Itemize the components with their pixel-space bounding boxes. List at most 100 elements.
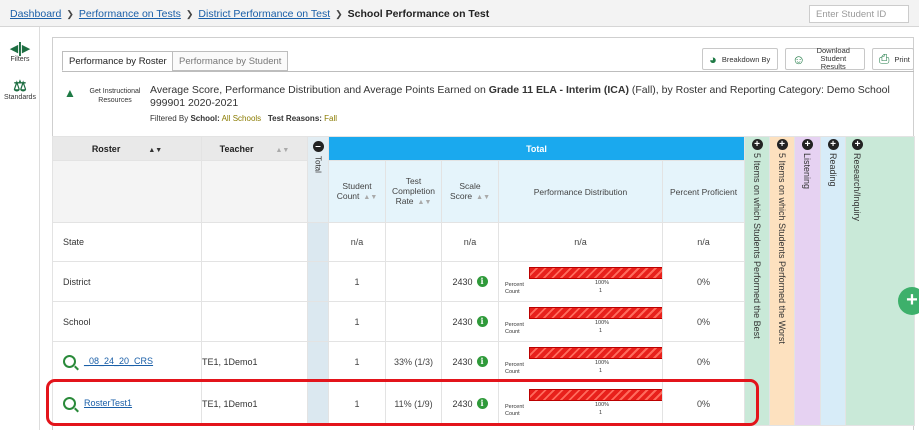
count-value: 1 bbox=[599, 367, 603, 374]
reading-label: Reading bbox=[828, 153, 839, 187]
expand-plus-icon[interactable]: + bbox=[802, 139, 814, 150]
scale-score-value: 2430 bbox=[452, 356, 473, 367]
roster-cell: State bbox=[52, 222, 202, 262]
teacher-cell: TE1, 1Demo1 bbox=[201, 341, 308, 382]
chevron-right-icon: ❯ bbox=[66, 9, 74, 19]
tab-performance-by-roster[interactable]: Performance by Roster bbox=[62, 51, 174, 71]
total-cell bbox=[307, 222, 329, 262]
expand-plus-icon[interactable]: + bbox=[852, 139, 864, 150]
percent-label: Percent bbox=[505, 361, 524, 368]
percent-value: 100% bbox=[595, 319, 610, 326]
scale-score-cell: 2430 i bbox=[441, 261, 499, 302]
performance-distribution-cell: iPercent100%Count1 bbox=[498, 341, 663, 382]
highlight-box bbox=[46, 379, 759, 426]
filters-button[interactable]: ◂|▸ Filters bbox=[0, 41, 40, 63]
roster-cell: _08_24_20_CRS bbox=[52, 341, 202, 382]
student-count-cell: 1 bbox=[328, 341, 386, 382]
school-filter-label: School: bbox=[190, 114, 220, 123]
add-column-plus-icon[interactable]: + bbox=[898, 287, 919, 315]
print-button[interactable]: ⎙ Print bbox=[872, 48, 914, 70]
completion-rate-cell: 33% (1/3) bbox=[385, 341, 442, 382]
count-value: 1 bbox=[599, 287, 603, 294]
standards-label: Standards bbox=[4, 94, 36, 101]
sort-icon[interactable]: ▲▼ bbox=[476, 194, 490, 201]
tab-performance-by-student[interactable]: Performance by Student bbox=[172, 51, 289, 71]
chevron-right-icon: ❯ bbox=[335, 9, 343, 19]
distribution-bar[interactable] bbox=[529, 266, 662, 279]
breadcrumb: Dashboard ❯ Performance on Tests ❯ District … bbox=[10, 8, 489, 20]
distribution-bar[interactable] bbox=[529, 346, 662, 359]
total-group-header: Total bbox=[327, 136, 746, 161]
worst-items-label: 5 Items on which Students Performed the … bbox=[777, 153, 788, 344]
sort-icon[interactable]: ▲▼ bbox=[418, 199, 432, 206]
info-icon[interactable]: i bbox=[476, 316, 488, 327]
student-id-search-input[interactable]: Enter Student ID bbox=[809, 5, 909, 23]
print-label: Print bbox=[894, 54, 910, 64]
count-value: 1 bbox=[599, 327, 603, 334]
research-inquiry-column[interactable]: + Research/Inquiry bbox=[845, 136, 916, 426]
instructional-resources-icon[interactable]: ▲ bbox=[64, 86, 80, 100]
percent-proficient-cell: n/a bbox=[661, 222, 746, 262]
info-icon[interactable]: i bbox=[476, 276, 488, 287]
expand-plus-icon[interactable]: + bbox=[827, 139, 839, 150]
test-reasons-value: Fall bbox=[324, 114, 338, 123]
percent-proficient-cell: 0% bbox=[661, 341, 746, 382]
performance-distribution-cell: n/a bbox=[498, 222, 663, 262]
teacher-subheader bbox=[201, 160, 308, 223]
filter-prefix: Filtered By bbox=[150, 114, 191, 123]
worst-items-column[interactable]: +5 Items on which Students Performed the… bbox=[769, 136, 796, 426]
distribution-bar[interactable] bbox=[529, 306, 662, 319]
top-bar: Dashboard ❯ Performance on Tests ❯ District … bbox=[0, 0, 919, 27]
expand-plus-icon[interactable]: + bbox=[776, 139, 788, 150]
roster-header-label: Roster bbox=[91, 143, 121, 154]
title-prefix: Average Score, Performance Distribution … bbox=[150, 84, 489, 96]
percent-label: Percent bbox=[505, 281, 524, 288]
download-users-icon: ☺ bbox=[792, 51, 806, 67]
listening-column[interactable]: + Listening bbox=[794, 136, 822, 426]
magnify-icon[interactable] bbox=[63, 355, 76, 368]
count-label: Count bbox=[505, 328, 520, 335]
collapse-icon[interactable]: – bbox=[312, 141, 324, 152]
test-name: Grade 11 ELA - Interim (ICA) bbox=[488, 84, 629, 96]
reading-column[interactable]: + Reading bbox=[820, 136, 847, 426]
roster-link[interactable]: _08_24_20_CRS bbox=[84, 356, 153, 366]
completion-rate-header[interactable]: Test Completion Rate ▲▼ bbox=[385, 160, 442, 223]
pie-chart-icon: ◕ bbox=[709, 51, 717, 67]
total-column-toggle[interactable]: – Total bbox=[307, 136, 329, 223]
student-count-cell: 1 bbox=[328, 261, 386, 302]
breakdown-by-button[interactable]: ◕ Breakdown By bbox=[702, 48, 778, 70]
sort-icon[interactable]: ▲▼ bbox=[276, 147, 290, 154]
school-filter-value: All Schools bbox=[221, 114, 262, 123]
research-inquiry-label: Research/Inquiry bbox=[852, 153, 863, 222]
expand-plus-icon[interactable]: + bbox=[751, 139, 763, 150]
instructional-resources-button[interactable]: Get Instructional Resources bbox=[85, 87, 145, 105]
breadcrumb-dashboard[interactable]: Dashboard bbox=[10, 8, 61, 20]
sort-icon[interactable]: ▲▼ bbox=[363, 194, 377, 201]
total-cell bbox=[307, 261, 329, 302]
printer-icon: ⎙ bbox=[879, 51, 890, 66]
roster-header[interactable]: Roster ▲▼ bbox=[52, 136, 202, 161]
teacher-header[interactable]: Teacher ▲▼ bbox=[201, 136, 308, 161]
completion-rate-cell bbox=[385, 222, 442, 262]
breadcrumb-performance-on-tests[interactable]: Performance on Tests bbox=[79, 8, 181, 20]
standards-button[interactable]: ⚖ Standards bbox=[0, 79, 40, 101]
performance-distribution-header: Performance Distribution bbox=[498, 160, 663, 223]
percent-proficient-cell: 0% bbox=[661, 261, 746, 302]
scale-score-header[interactable]: Scale Score ▲▼ bbox=[441, 160, 499, 223]
completion-rate-cell bbox=[385, 261, 442, 302]
sort-icon[interactable]: ▲▼ bbox=[148, 147, 162, 154]
scale-score-value: 2430 bbox=[452, 276, 473, 287]
breadcrumb-district-performance[interactable]: District Performance on Test bbox=[198, 8, 330, 20]
teacher-cell bbox=[201, 261, 308, 302]
scale-score-cell: 2430 i bbox=[441, 301, 499, 342]
teacher-cell bbox=[201, 301, 308, 342]
percent-label: Percent bbox=[505, 321, 524, 328]
report-title: Average Score, Performance Distribution … bbox=[150, 84, 890, 110]
total-cell bbox=[307, 341, 329, 382]
info-icon[interactable]: i bbox=[476, 356, 488, 367]
teacher-header-label: Teacher bbox=[219, 143, 254, 154]
download-student-results-button[interactable]: ☺ Download Student Results bbox=[785, 47, 865, 71]
filter-summary: Filtered By School: All Schools Test Rea… bbox=[150, 114, 337, 123]
left-sidebar: ◂|▸ Filters ⚖ Standards bbox=[0, 27, 40, 430]
student-count-header[interactable]: Student Count ▲▼ bbox=[328, 160, 386, 223]
